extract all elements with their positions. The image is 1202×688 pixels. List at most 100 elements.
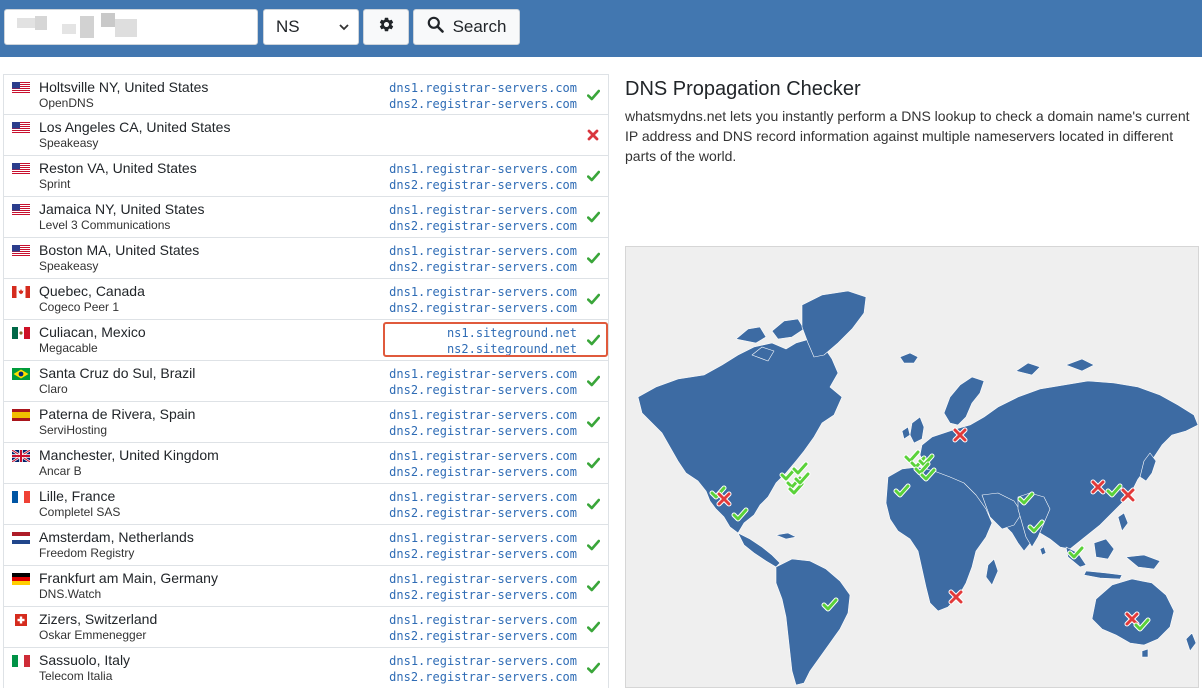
server-location: Santa Cruz do Sul, Brazil — [39, 365, 196, 381]
check-icon — [587, 539, 600, 551]
record-value[interactable]: dns2.registrar-servers.com — [389, 177, 577, 193]
check-icon — [587, 416, 600, 428]
record-type-select[interactable]: NS — [263, 9, 359, 45]
flag-ch-icon — [12, 614, 30, 626]
check-icon — [587, 89, 600, 101]
results-table: Holtsville NY, United States OpenDNS dns1.… — [3, 74, 609, 688]
map-cross-marker — [1090, 479, 1106, 495]
server-provider: Ancar B — [39, 464, 82, 478]
record-value[interactable]: dns2.registrar-servers.com — [389, 382, 577, 398]
record-values: dns1.registrar-servers.com dns2.registrar… — [389, 612, 577, 644]
settings-button[interactable] — [363, 9, 409, 45]
map-cross-marker — [1120, 487, 1136, 503]
check-icon — [587, 662, 600, 674]
server-provider: Cogeco Peer 1 — [39, 300, 120, 314]
record-value[interactable]: dns2.registrar-servers.com — [389, 218, 577, 234]
record-value[interactable]: ns1.siteground.net — [447, 325, 577, 341]
server-provider: Speakeasy — [39, 259, 99, 273]
result-row: Sassuolo, Italy Telecom Italia dns1.regist… — [4, 648, 608, 688]
server-provider: Completel SAS — [39, 505, 121, 519]
result-row: Paterna de Rivera, Spain ServiHosting dns1… — [4, 402, 608, 443]
record-value[interactable]: dns2.registrar-servers.com — [389, 546, 577, 562]
result-row: Zizers, Switzerland Oskar Emmenegger dns1.… — [4, 607, 608, 648]
record-value[interactable]: dns2.registrar-servers.com — [389, 96, 577, 112]
flag-it-icon — [12, 655, 30, 667]
arctic-islands — [1015, 362, 1041, 376]
check-icon — [587, 580, 600, 592]
flag-us-icon — [12, 122, 30, 134]
server-location: Quebec, Canada — [39, 283, 145, 299]
record-value[interactable]: ns2.siteground.net — [447, 341, 577, 357]
record-values: dns1.registrar-servers.com dns2.registrar… — [389, 571, 577, 603]
check-icon — [587, 252, 600, 264]
record-value[interactable]: dns1.registrar-servers.com — [389, 161, 577, 177]
record-value[interactable]: dns1.registrar-servers.com — [389, 530, 577, 546]
greenland — [801, 290, 867, 358]
result-row: Quebec, Canada Cogeco Peer 1 dns1.registra… — [4, 279, 608, 320]
flag-us-icon — [12, 163, 30, 175]
record-value[interactable]: dns2.registrar-servers.com — [389, 464, 577, 480]
check-icon — [587, 621, 600, 633]
arctic-islands — [1065, 358, 1095, 372]
ireland — [901, 426, 911, 440]
record-value[interactable]: dns2.registrar-servers.com — [389, 628, 577, 644]
record-value[interactable]: dns2.registrar-servers.com — [389, 259, 577, 275]
flag-us-icon — [12, 245, 30, 257]
caribbean-islands — [775, 532, 797, 540]
page-description: whatsmydns.net lets you instantly perfor… — [625, 108, 1190, 164]
server-provider: Telecom Italia — [39, 669, 113, 683]
server-provider: Megacable — [39, 341, 98, 355]
server-location: Jamaica NY, United States — [39, 201, 205, 217]
record-value[interactable]: dns2.registrar-servers.com — [389, 587, 577, 603]
record-values: dns1.registrar-servers.com dns2.registrar… — [389, 489, 577, 521]
central-america — [737, 532, 781, 568]
server-provider: Oskar Emmenegger — [39, 628, 147, 642]
record-value[interactable]: dns1.registrar-servers.com — [389, 653, 577, 669]
domain-input[interactable] — [4, 9, 258, 45]
flag-us-icon — [12, 204, 30, 216]
server-provider: DNS.Watch — [39, 587, 102, 601]
record-value[interactable]: dns1.registrar-servers.com — [389, 407, 577, 423]
flag-br-icon — [12, 368, 30, 380]
server-provider: Speakeasy — [39, 136, 99, 150]
result-row: Amsterdam, Netherlands Freedom Registry dn… — [4, 525, 608, 566]
server-location: Reston VA, United States — [39, 160, 197, 176]
record-value[interactable]: dns1.registrar-servers.com — [389, 80, 577, 96]
record-value[interactable]: dns1.registrar-servers.com — [389, 489, 577, 505]
server-provider: Freedom Registry — [39, 546, 135, 560]
world-map — [625, 246, 1199, 688]
record-value[interactable]: dns2.registrar-servers.com — [389, 300, 577, 316]
map-cross-marker — [1124, 611, 1140, 627]
record-value[interactable]: dns2.registrar-servers.com — [389, 669, 577, 685]
top-bar: NS Search — [0, 0, 1202, 57]
iceland — [899, 352, 919, 364]
record-values: dns1.registrar-servers.com dns2.registrar… — [389, 161, 577, 193]
record-value[interactable]: dns2.registrar-servers.com — [389, 505, 577, 521]
record-value[interactable]: dns1.registrar-servers.com — [389, 448, 577, 464]
map-check-marker — [1067, 545, 1085, 560]
record-values: dns1.registrar-servers.com dns2.registrar… — [389, 530, 577, 562]
check-icon — [587, 498, 600, 510]
record-values: dns1.registrar-servers.com dns2.registrar… — [389, 448, 577, 480]
record-value[interactable]: dns1.registrar-servers.com — [389, 612, 577, 628]
server-provider: Claro — [39, 382, 68, 396]
record-value[interactable]: dns1.registrar-servers.com — [389, 202, 577, 218]
map-check-marker — [791, 461, 809, 476]
record-value[interactable]: dns1.registrar-servers.com — [389, 366, 577, 382]
record-value[interactable]: dns1.registrar-servers.com — [389, 571, 577, 587]
check-icon — [587, 170, 600, 182]
scandinavia — [943, 376, 985, 426]
search-button[interactable]: Search — [413, 9, 520, 45]
philippines — [1117, 512, 1129, 532]
page-title: DNS Propagation Checker — [625, 78, 861, 100]
server-location: Los Angeles CA, United States — [39, 119, 231, 135]
new-guinea — [1125, 554, 1161, 570]
record-value[interactable]: dns1.registrar-servers.com — [389, 243, 577, 259]
record-values: dns1.registrar-servers.com dns2.registrar… — [389, 653, 577, 685]
record-values: dns1.registrar-servers.com dns2.registrar… — [389, 284, 577, 316]
record-value[interactable]: dns2.registrar-servers.com — [389, 423, 577, 439]
flag-ca-icon — [12, 286, 30, 298]
server-location: Frankfurt am Main, Germany — [39, 570, 218, 586]
record-value[interactable]: dns1.registrar-servers.com — [389, 284, 577, 300]
server-provider: Level 3 Communications — [39, 218, 171, 232]
